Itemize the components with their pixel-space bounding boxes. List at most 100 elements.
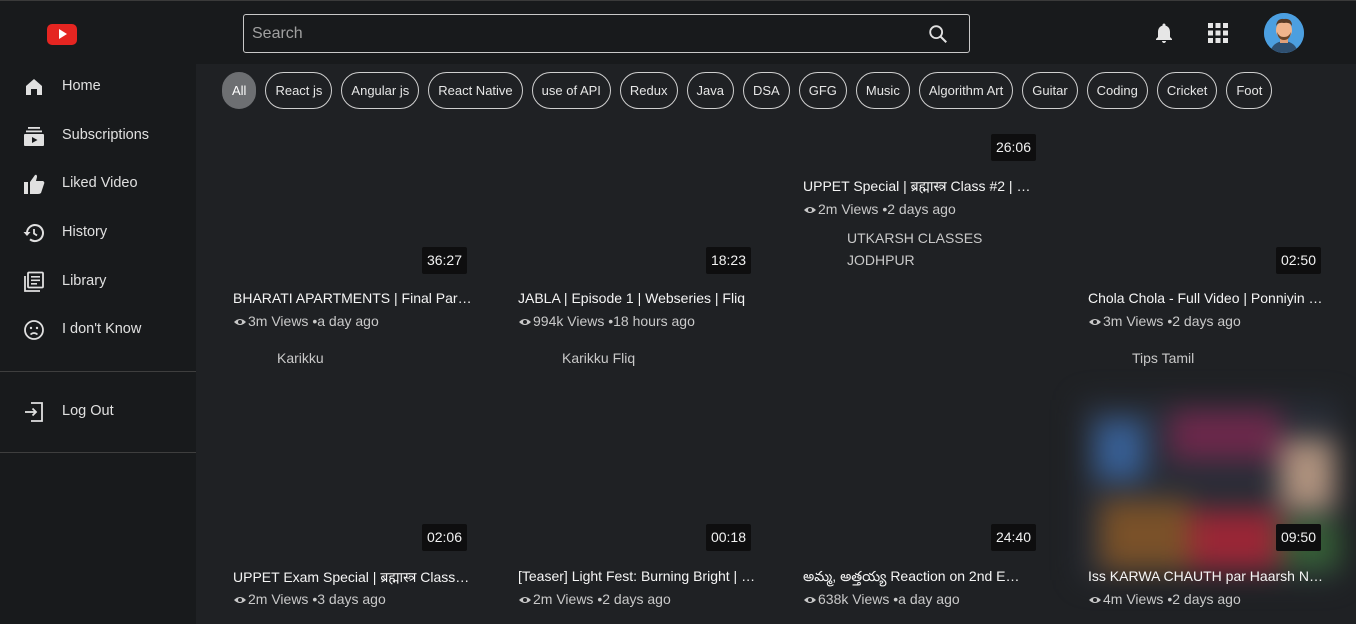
sidebar-item-label: Library [62, 273, 107, 289]
sidebar: Home Subscriptions Liked Video History L… [0, 64, 196, 624]
video-meta: 2m Views •2 days ago [803, 201, 956, 217]
home-icon [26, 79, 42, 95]
video-title[interactable]: అమ్మ, అత్తయ్య Reaction on 2nd Episode [803, 568, 1023, 588]
sidebar-item-library[interactable]: Library [0, 262, 196, 302]
library-icon [24, 271, 44, 292]
eye-icon [1089, 597, 1101, 603]
search-box [243, 14, 970, 53]
upload-age: 2 days ago [887, 201, 956, 217]
chip-use-of-api[interactable]: use of API [531, 72, 611, 109]
video-meta: 2m Views •2 days ago [518, 591, 671, 607]
apps-grid-icon[interactable] [1207, 22, 1229, 44]
video-thumbnail[interactable] [1080, 400, 1340, 580]
thumbs-up-icon [24, 174, 45, 194]
channel-name[interactable]: Karikku [277, 347, 324, 369]
duration-badge: 36:27 [422, 247, 467, 274]
subscriptions-icon [24, 127, 44, 146]
confused-face-icon [24, 320, 44, 340]
sidebar-item-home[interactable]: Home [0, 67, 196, 107]
chip-coding[interactable]: Coding [1086, 72, 1148, 109]
top-bar [0, 0, 1356, 64]
channel-name[interactable]: Karikku Fliq [562, 347, 635, 369]
eye-icon [804, 597, 816, 603]
chip-dsa[interactable]: DSA [742, 72, 790, 109]
video-title[interactable]: UPPET Special | ब्रह्मास्त्र Class #2 | … [803, 177, 1031, 196]
video-meta: 3m Views •2 days ago [1088, 313, 1241, 329]
upload-age: 2 days ago [1172, 313, 1241, 329]
eye-icon [234, 319, 246, 325]
view-count: 3m Views [1103, 313, 1164, 329]
logout-icon [25, 402, 43, 422]
duration-badge: 02:06 [422, 524, 467, 551]
video-meta: 638k Views •a day ago [803, 591, 960, 607]
video-meta: 994k Views •18 hours ago [518, 313, 695, 329]
chip-redux[interactable]: Redux [619, 72, 678, 109]
video-title[interactable]: BHARATI APARTMENTS | Final Part | Karikk… [233, 290, 473, 306]
sidebar-item-label: Liked Video [62, 175, 138, 191]
duration-badge: 02:50 [1276, 247, 1321, 274]
bell-icon[interactable] [1152, 21, 1176, 45]
eye-icon [519, 319, 531, 325]
chip-foot[interactable]: Foot [1226, 72, 1273, 109]
chip-guitar[interactable]: Guitar [1022, 72, 1078, 109]
video-meta: 4m Views •2 days ago [1088, 591, 1241, 607]
eye-icon [519, 597, 531, 603]
chip-gfg[interactable]: GFG [798, 72, 847, 109]
chip-cricket[interactable]: Cricket [1156, 72, 1218, 109]
video-meta: 3m Views •a day ago [233, 313, 379, 329]
sidebar-item-log-out[interactable]: Log Out [0, 392, 196, 432]
search-input[interactable] [252, 22, 892, 46]
sidebar-item-label: Home [62, 78, 101, 94]
user-avatar[interactable] [1264, 13, 1304, 53]
upload-age: a day ago [317, 313, 379, 329]
video-title[interactable]: UPPET Exam Special | ब्रह्मास्त्र Class … [233, 568, 473, 587]
video-meta: 2m Views •3 days ago [233, 591, 386, 607]
upload-age: 3 days ago [317, 591, 386, 607]
video-title[interactable]: Chola Chola - Full Video | Ponniyin Selv… [1088, 290, 1324, 306]
chip-music[interactable]: Music [855, 72, 910, 109]
channel-name[interactable]: UTKARSH CLASSES JODHPUR [847, 227, 997, 271]
sidebar-item-i-dont-know[interactable]: I don't Know [0, 310, 196, 350]
view-count: 4m Views [1103, 591, 1164, 607]
history-icon [23, 224, 44, 243]
upload-age: a day ago [898, 591, 960, 607]
chip-all[interactable]: All [222, 72, 257, 109]
chip-react-js[interactable]: React js [265, 72, 333, 109]
chip-algorithm-art[interactable]: Algorithm Art [918, 72, 1014, 109]
video-title[interactable]: Iss KARWA CHAUTH par Haarsh Ne Kiya [1088, 568, 1324, 584]
duration-badge: 24:40 [991, 524, 1036, 551]
view-count: 3m Views [248, 313, 309, 329]
view-count: 994k Views [533, 313, 605, 329]
search-icon[interactable] [927, 23, 949, 45]
channel-name[interactable]: Tips Tamil [1132, 347, 1194, 369]
duration-badge: 26:06 [991, 134, 1036, 161]
sidebar-item-label: Log Out [62, 403, 114, 419]
view-count: 2m Views [818, 201, 879, 217]
upload-age: 18 hours ago [613, 313, 695, 329]
upload-age: 2 days ago [1172, 591, 1241, 607]
sidebar-item-history[interactable]: History [0, 213, 196, 253]
sidebar-item-subscriptions[interactable]: Subscriptions [0, 116, 196, 156]
sidebar-item-label: History [62, 224, 108, 240]
chip-react-native[interactable]: React Native [428, 72, 523, 109]
filter-chips: All React js Angular js React Native use of … [222, 72, 1338, 110]
sidebar-divider [0, 452, 196, 453]
view-count: 2m Views [533, 591, 594, 607]
chip-angular-js[interactable]: Angular js [341, 72, 420, 109]
youtube-logo[interactable] [47, 24, 77, 45]
view-count: 638k Views [818, 591, 890, 607]
sidebar-item-liked-video[interactable]: Liked Video [0, 164, 196, 204]
duration-badge: 18:23 [706, 247, 751, 274]
sidebar-item-label: Subscriptions [62, 127, 150, 143]
sidebar-item-label: I don't Know [62, 321, 142, 337]
eye-icon [804, 207, 816, 213]
duration-badge: 00:18 [706, 524, 751, 551]
view-count: 2m Views [248, 591, 309, 607]
video-title[interactable]: [Teaser] Light Fest: Burning Bright | Fl… [518, 568, 758, 584]
upload-age: 2 days ago [602, 591, 671, 607]
sidebar-divider [0, 371, 196, 372]
duration-badge: 09:50 [1276, 524, 1321, 551]
eye-icon [1089, 319, 1101, 325]
chip-java[interactable]: Java [686, 72, 734, 109]
video-title[interactable]: JABLA | Episode 1 | Webseries | Fliq [518, 290, 758, 306]
